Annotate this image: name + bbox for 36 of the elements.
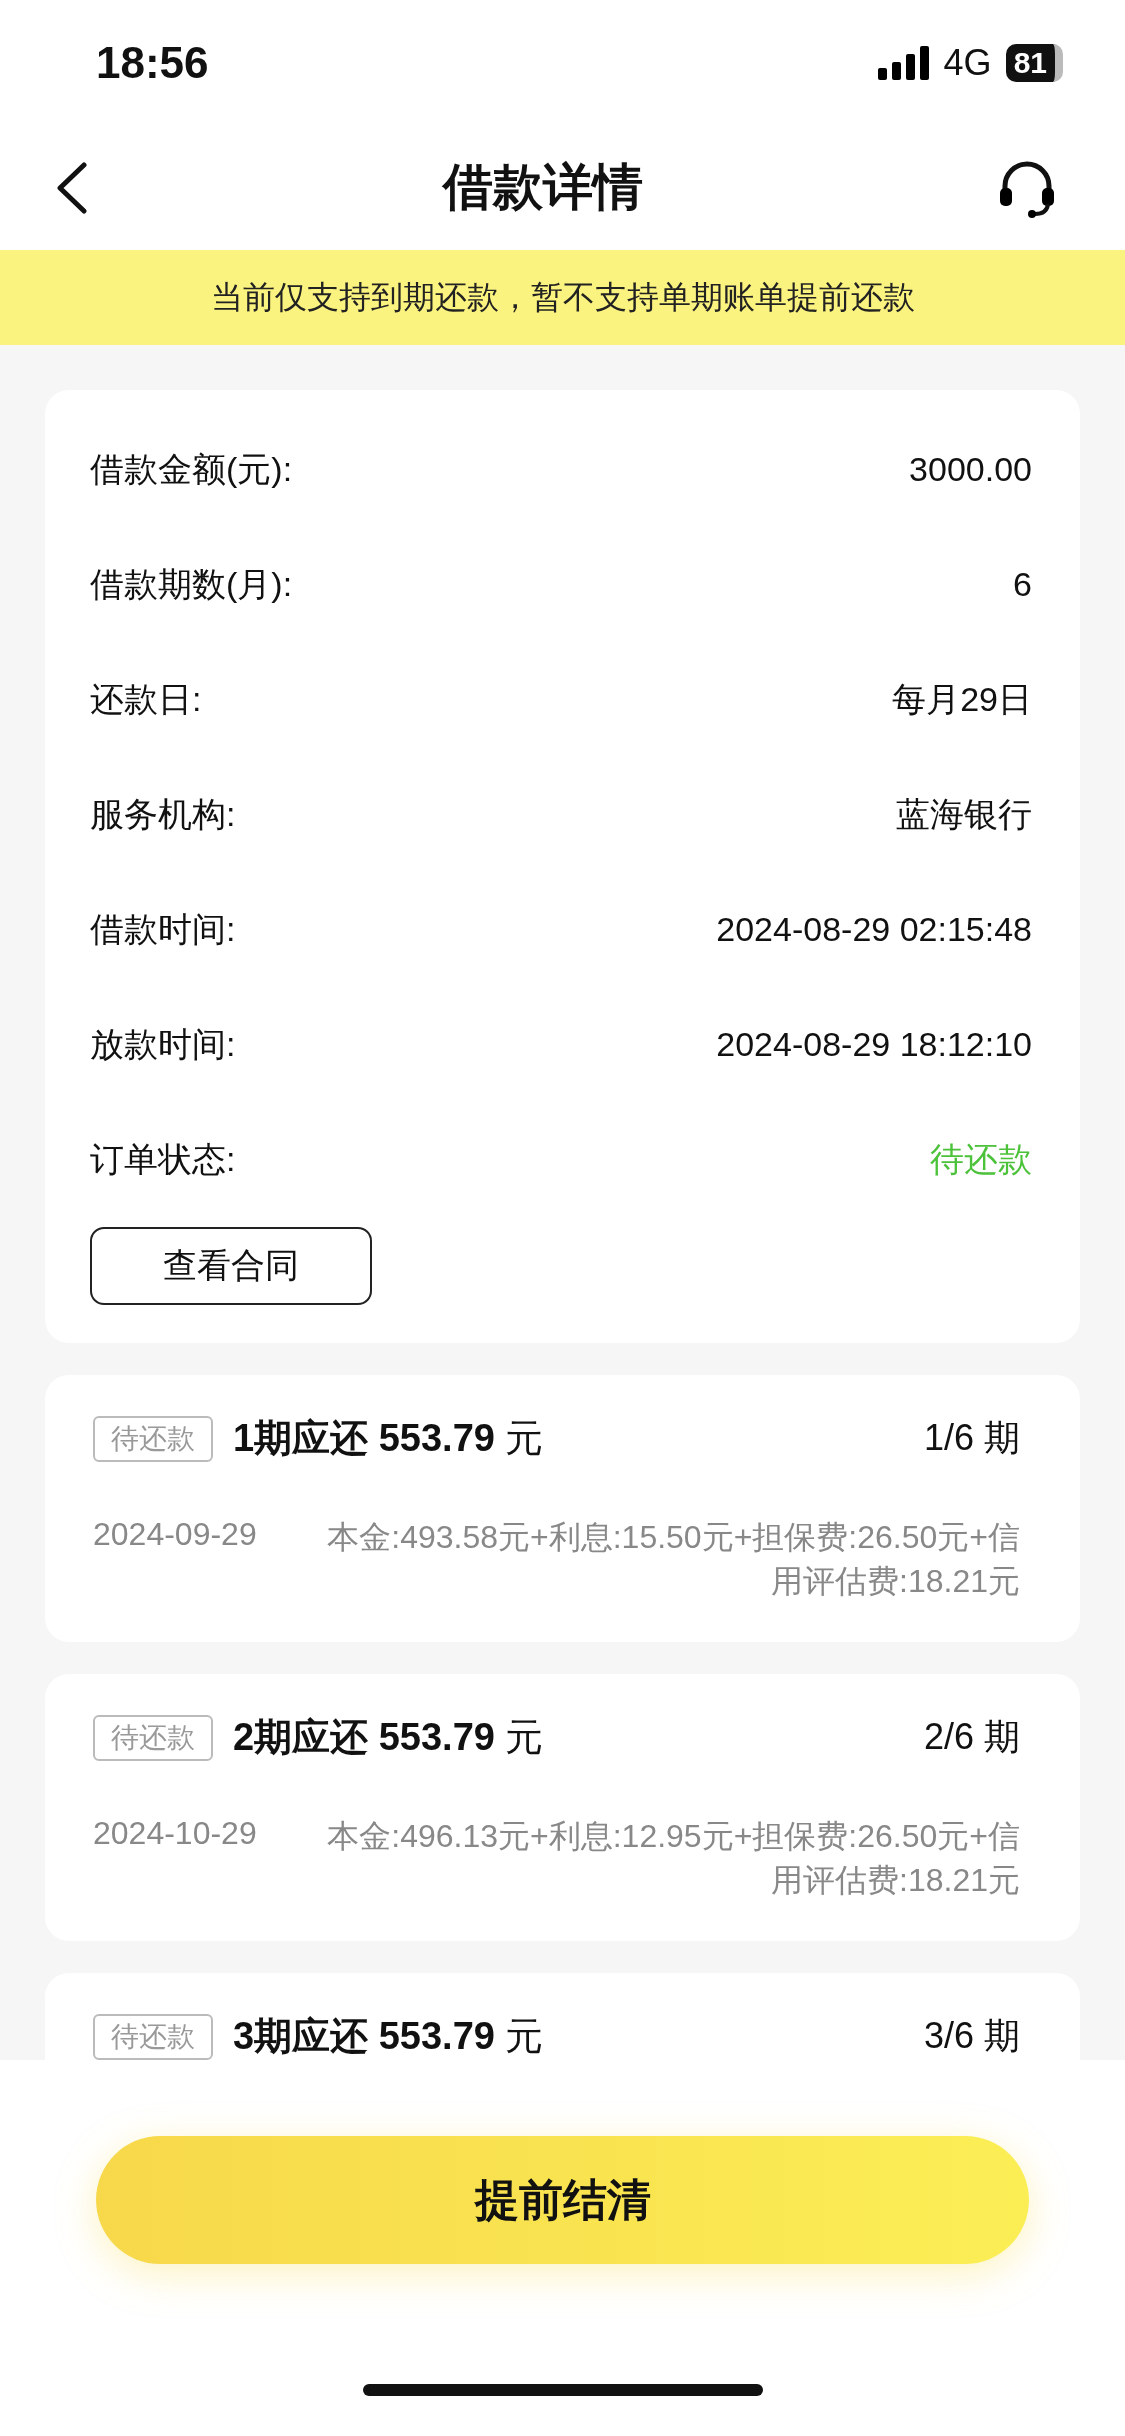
detail-value: 蓝海银行 [896,793,1032,835]
battery-level: 81 [1005,43,1063,82]
settle-early-button[interactable]: 提前结清 [96,2136,1029,2264]
status-tag: 待还款 [93,1714,213,1761]
period-label: 3/6 期 [923,2014,1020,2058]
period-label: 2/6 期 [923,1715,1020,1759]
amount-breakdown: 本金:493.58元+利息:15.50元+担保费:26.50元+信用评估费:18.21元 [326,1518,1020,1601]
detail-value: 2024-08-29 02:15:48 [716,910,1032,949]
status-tag: 待还款 [93,2013,213,2060]
installment-title: 2期应还 553.79 元 [233,1715,545,1760]
view-contract-button[interactable]: 查看合同 [90,1227,372,1305]
due-date: 2024-10-29 [93,1815,257,1853]
detail-label: 还款日: [90,678,202,720]
notice-banner: 当前仅支持到期还款，暂不支持单期账单提前还款 [0,250,1125,345]
detail-value: 每月29日 [892,678,1032,720]
detail-label: 放款时间: [90,1023,236,1065]
signal-icon [877,45,930,80]
due-date: 2024-09-29 [93,1516,257,1554]
installment-title: 3期应还 553.79 元 [233,2014,545,2059]
detail-label: 订单状态: [90,1138,236,1180]
status-time: 18:56 [96,37,209,88]
status-tag: 待还款 [93,1415,213,1462]
detail-label: 借款期数(月): [90,563,293,605]
amount-breakdown: 本金:496.13元+利息:12.95元+担保费:26.50元+信用评估费:18.21元 [326,1817,1020,1900]
network-label: 4G [943,41,992,84]
back-icon[interactable] [54,161,88,214]
page-title: 借款详情 [442,158,643,217]
detail-value: 3000.00 [909,450,1032,489]
detail-label: 借款时间: [90,908,236,950]
detail-value: 6 [1013,565,1032,604]
installment-title: 1期应还 553.79 元 [233,1416,545,1461]
detail-label: 借款金额(元): [90,448,293,490]
detail-value: 2024-08-29 18:12:10 [716,1025,1032,1064]
period-label: 1/6 期 [923,1416,1020,1460]
detail-label: 服务机构: [90,793,236,835]
detail-value: 待还款 [930,1138,1032,1180]
